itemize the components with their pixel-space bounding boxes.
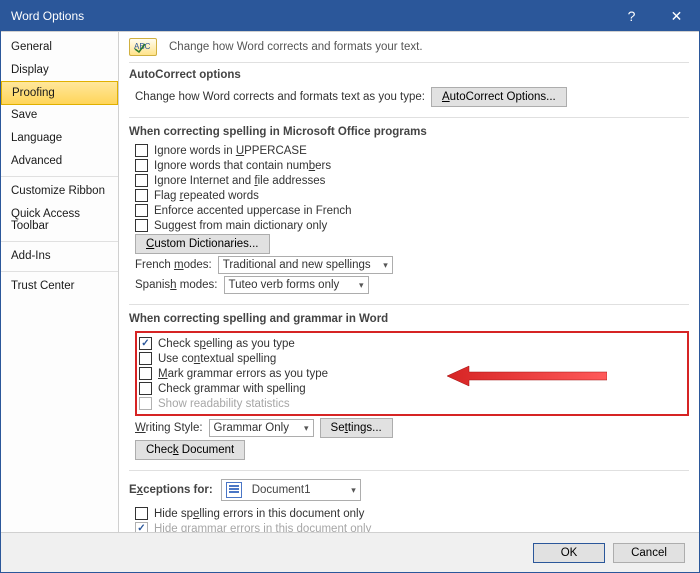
word-options-dialog: Word Options ? ✕ General Display Proofin… <box>0 0 700 573</box>
cb-grammar-with-spell[interactable] <box>139 382 152 395</box>
abc-check-icon: ABC <box>129 38 157 56</box>
cb-ignore-uppercase[interactable] <box>135 144 148 157</box>
cb-hide-spell-doc[interactable] <box>135 507 148 520</box>
section-office-spelling: When correcting spelling in Microsoft Of… <box>129 117 689 138</box>
ok-button[interactable]: OK <box>533 543 605 563</box>
highlight-box: Check spelling as you type Use contextua… <box>135 331 689 416</box>
chevron-down-icon: ▾ <box>383 260 388 271</box>
cb-mark-grammar[interactable] <box>139 367 152 380</box>
cb-ignore-numbers[interactable] <box>135 159 148 172</box>
nav-quick-access-toolbar[interactable]: Quick Access Toolbar <box>1 203 118 238</box>
nav-add-ins[interactable]: Add-Ins <box>1 245 118 268</box>
lbl-hide-spell-doc: Hide spelling errors in this document on… <box>154 508 364 520</box>
cb-hide-grammar-doc <box>135 522 148 532</box>
chevron-down-icon: ▾ <box>359 280 364 291</box>
autocorrect-options-button[interactable]: AutoCorrect Options... <box>431 87 567 107</box>
nav-trust-center[interactable]: Trust Center <box>1 275 118 298</box>
lbl-ignore-uppercase: Ignore words in UPPERCASE <box>154 145 307 157</box>
select-spanish-modes[interactable]: Tuteo verb forms only▾ <box>224 276 369 294</box>
lbl-flag-repeated: Flag repeated words <box>154 190 259 202</box>
lbl-contextual: Use contextual spelling <box>158 353 276 365</box>
section-word-spelling: When correcting spelling and grammar in … <box>129 304 689 325</box>
lbl-main-dict: Suggest from main dictionary only <box>154 220 327 232</box>
select-exceptions-for[interactable]: Document1▾ <box>221 479 361 501</box>
autocorrect-line: Change how Word corrects and formats tex… <box>135 91 425 103</box>
cancel-button[interactable]: Cancel <box>613 543 685 563</box>
custom-dictionaries-button[interactable]: Custom Dictionaries... <box>135 234 270 254</box>
lbl-writing-style: Writing Style: <box>135 422 203 434</box>
lbl-french-modes: French modes: <box>135 259 212 271</box>
nav-display[interactable]: Display <box>1 59 118 82</box>
lbl-check-spelling: Check spelling as you type <box>158 338 295 350</box>
nav-customize-ribbon[interactable]: Customize Ribbon <box>1 180 118 203</box>
lbl-ignore-internet: Ignore Internet and file addresses <box>154 175 325 187</box>
nav-advanced[interactable]: Advanced <box>1 150 118 173</box>
cb-check-spelling[interactable] <box>139 337 152 350</box>
lbl-exceptions-for: Exceptions for: <box>129 484 213 496</box>
dialog-footer: OK Cancel <box>1 532 699 572</box>
nav-save[interactable]: Save <box>1 104 118 127</box>
cb-contextual[interactable] <box>139 352 152 365</box>
help-button[interactable]: ? <box>609 1 654 31</box>
nav-proofing[interactable]: Proofing <box>1 81 118 105</box>
lbl-mark-grammar: Mark grammar errors as you type <box>158 368 328 380</box>
cb-main-dict[interactable] <box>135 219 148 232</box>
close-button[interactable]: ✕ <box>654 1 699 31</box>
select-writing-style[interactable]: Grammar Only▾ <box>209 419 314 437</box>
title-bar: Word Options ? ✕ <box>1 1 699 31</box>
lbl-spanish-modes: Spanish modes: <box>135 279 218 291</box>
lbl-ignore-numbers: Ignore words that contain numbers <box>154 160 331 172</box>
document-icon <box>226 482 242 498</box>
nav-language[interactable]: Language <box>1 127 118 150</box>
section-autocorrect: AutoCorrect options <box>129 69 689 81</box>
window-title: Word Options <box>11 9 84 23</box>
chevron-down-icon: ▾ <box>351 485 356 496</box>
lbl-hide-grammar-doc: Hide grammar errors in this document onl… <box>154 523 371 533</box>
cb-french-accent[interactable] <box>135 204 148 217</box>
header-text: Change how Word corrects and formats you… <box>169 41 423 53</box>
sidebar: General Display Proofing Save Language A… <box>1 32 119 532</box>
settings-button[interactable]: Settings... <box>320 418 393 438</box>
select-french-modes[interactable]: Traditional and new spellings▾ <box>218 256 393 274</box>
chevron-down-icon: ▾ <box>304 423 309 434</box>
lbl-french-accent: Enforce accented uppercase in French <box>154 205 352 217</box>
cb-readability <box>139 397 152 410</box>
nav-general[interactable]: General <box>1 36 118 59</box>
lbl-readability: Show readability statistics <box>158 398 290 410</box>
cb-ignore-internet[interactable] <box>135 174 148 187</box>
check-document-button[interactable]: Check Document <box>135 440 245 460</box>
lbl-grammar-with-spell: Check grammar with spelling <box>158 383 306 395</box>
cb-flag-repeated[interactable] <box>135 189 148 202</box>
content-pane[interactable]: ABC Change how Word corrects and formats… <box>119 32 699 532</box>
